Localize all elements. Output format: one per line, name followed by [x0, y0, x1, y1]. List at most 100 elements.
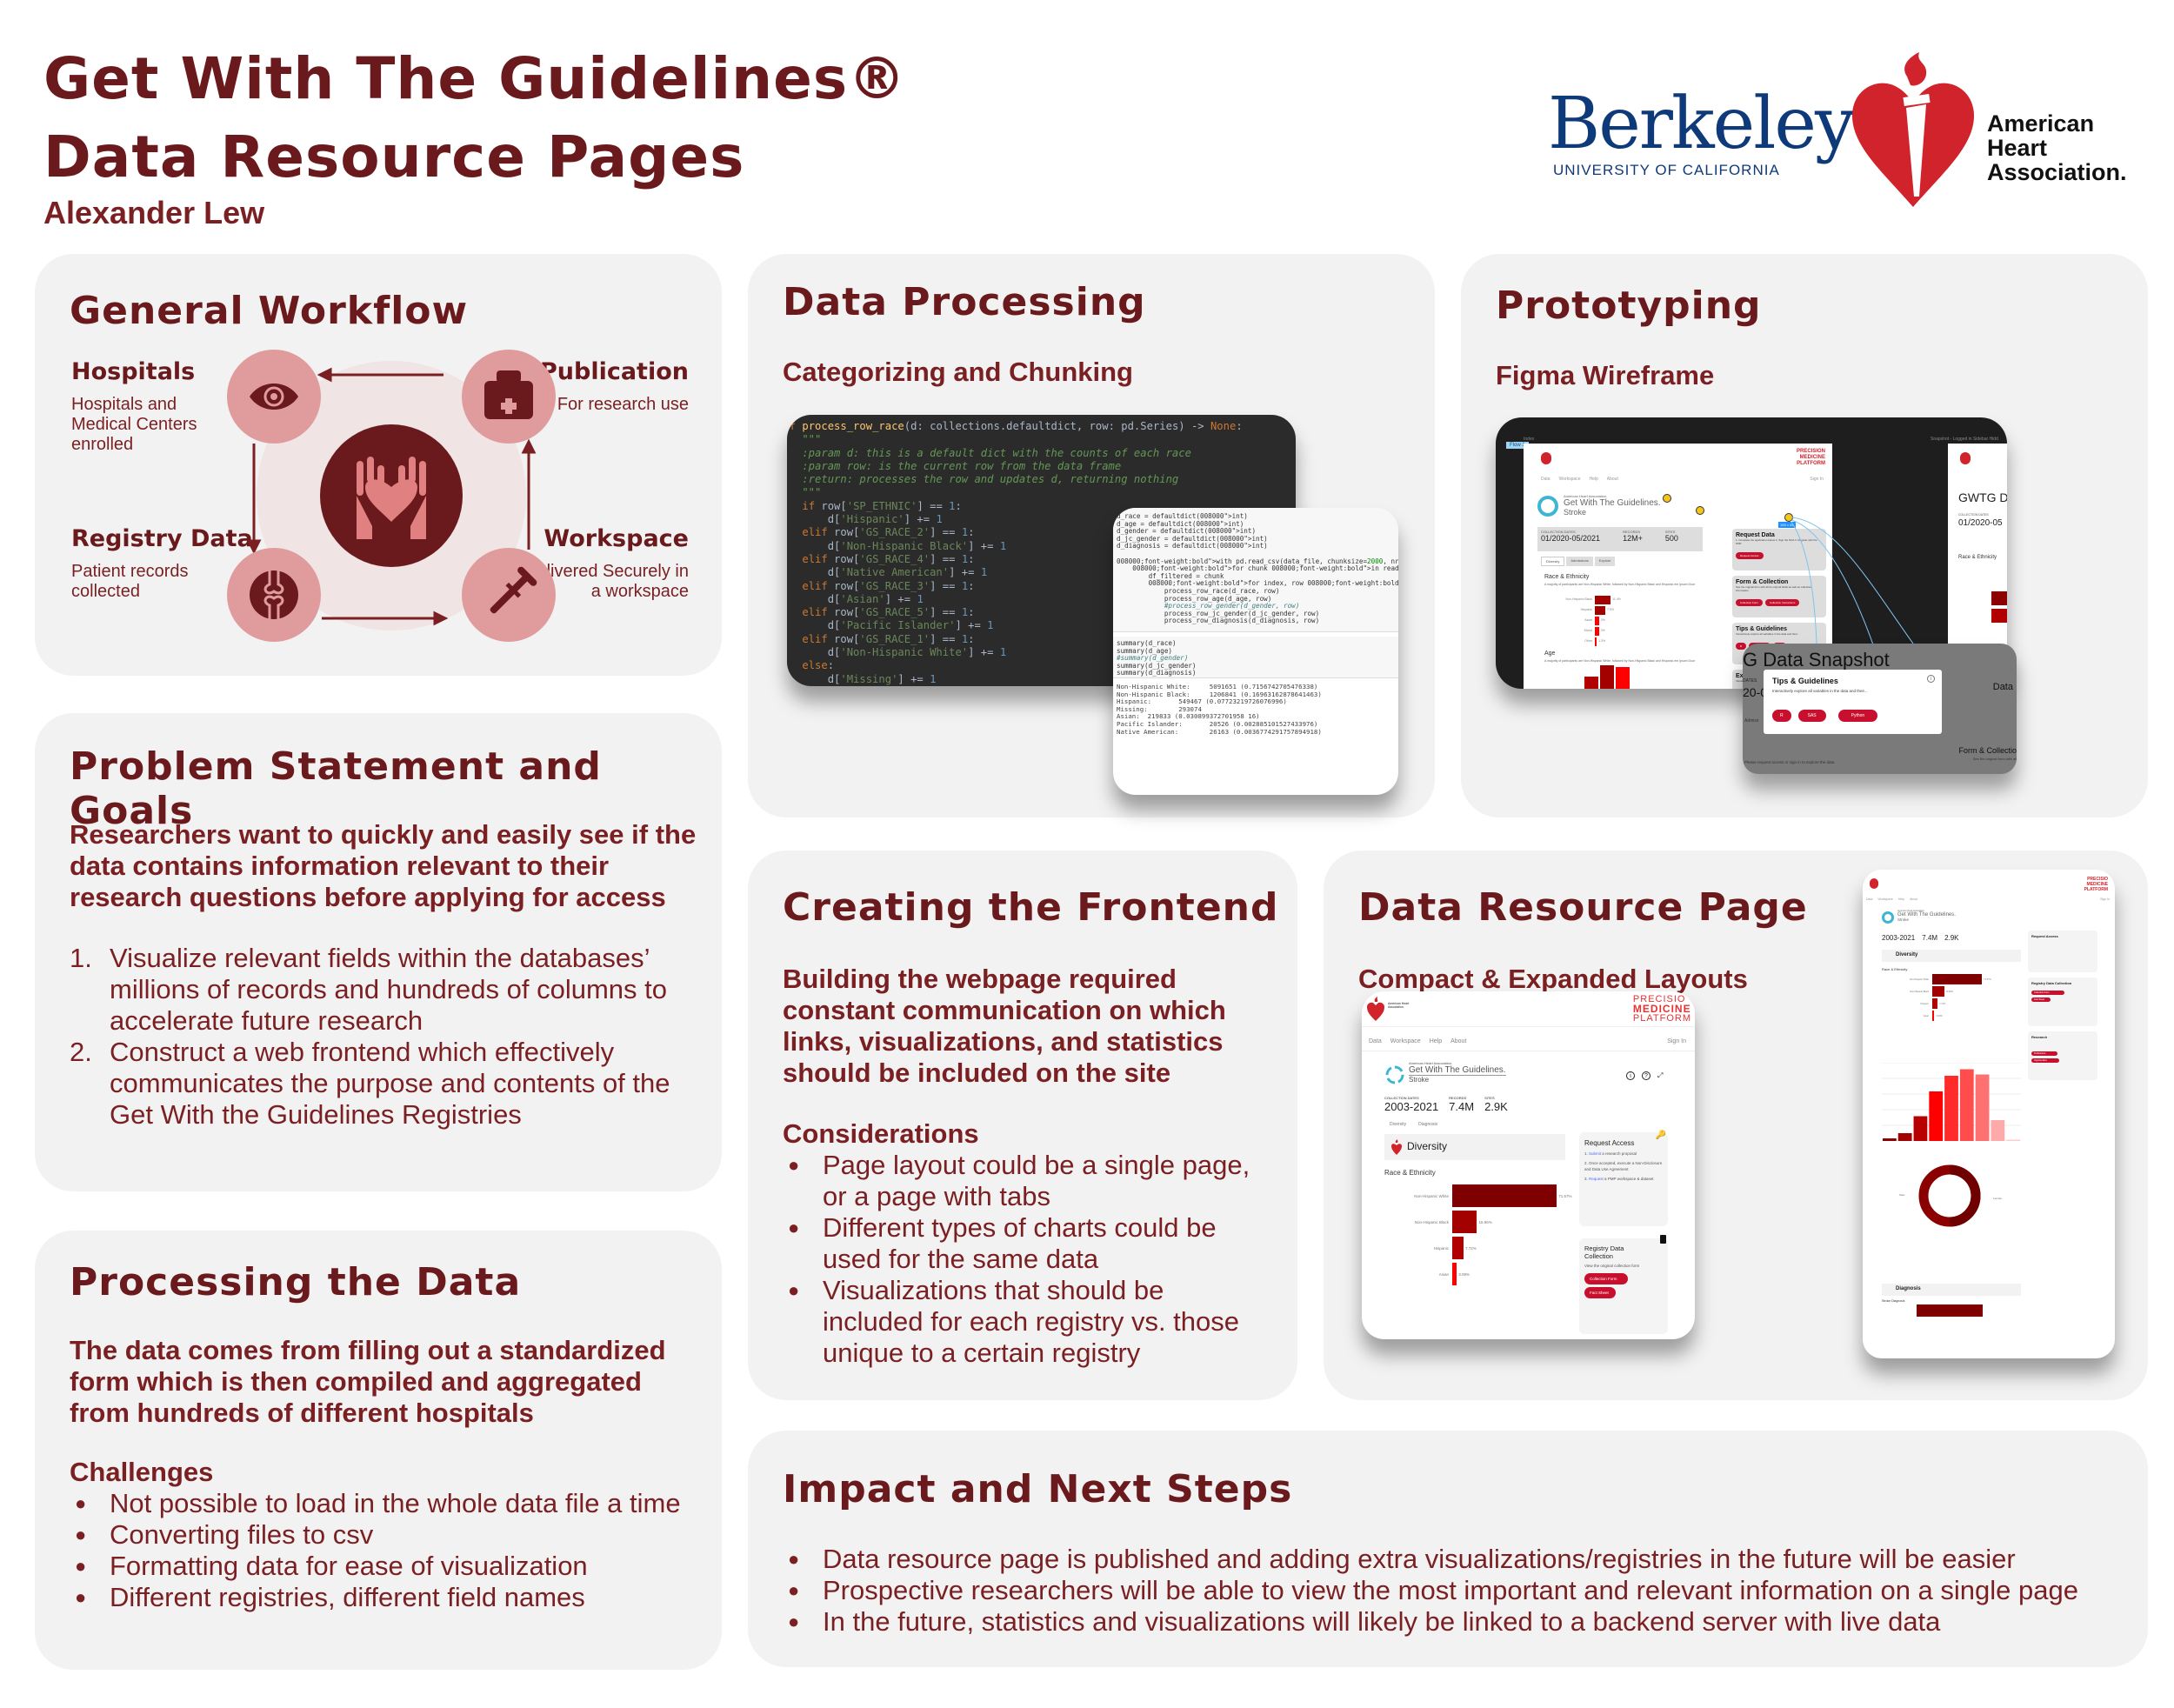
wire-nav-help[interactable]: Help [1589, 477, 1597, 482]
age-bar[interactable] [1944, 1076, 1958, 1141]
race-bar-label: Asian [1438, 1271, 1449, 1277]
wire-race-bar [1595, 606, 1605, 615]
wire-tab-explore[interactable]: Explore [1594, 557, 1616, 566]
exp-opportunities-button[interactable]: Opportunities [2031, 1058, 2059, 1063]
race-bar-value: 71.57% [1558, 1193, 1572, 1198]
exp-nav-workspace[interactable]: Workspace [1877, 897, 1892, 901]
wire-nav-workspace[interactable]: Workspace [1559, 477, 1581, 482]
challenges-list: Not possible to load in the whole data f… [70, 1488, 713, 1613]
aha-wordmark: American Heart Association. [1987, 111, 2127, 184]
exp-section-title: Diversity [1896, 952, 1918, 957]
race-bar-value: 3.09% [1936, 1014, 1943, 1017]
race-bar[interactable] [1452, 1211, 1477, 1233]
help-icon[interactable]: ? [1642, 1071, 1651, 1080]
section-tabs: Diversity Diagnosis [1390, 1122, 1437, 1127]
exp-collection-form-button[interactable]: Collection Form [2031, 991, 2064, 995]
race-chart: Non-Hispanic White 71.57% Non-Hispanic Bla… [1384, 1184, 1593, 1339]
race-bar-row: Non-Hispanic White 71.57% [1908, 974, 2012, 984]
exp-nav-help[interactable]: Help [1898, 897, 1904, 901]
collection-form-button[interactable]: Collection Form [1584, 1273, 1628, 1284]
exp-request-card: Request Access [2028, 931, 2097, 972]
wire-sign-in[interactable]: Sign In [1810, 477, 1824, 482]
exp-fact-sheet-button[interactable]: Fact Sheet [2031, 997, 2051, 1002]
wire2-dates-label: COLLECTION DATES [1958, 513, 1989, 517]
modal-button-python[interactable]: Python [1837, 710, 1878, 722]
wire-tabs: Diversity Admissions Explore [1541, 557, 1616, 566]
race-bar-label: Non-Hispanic White [1414, 1193, 1449, 1198]
exp-research-title: Research [2031, 1035, 2048, 1039]
race-bar[interactable] [1452, 1237, 1464, 1259]
wire-race-row: Non-Hispanic Black 11.4% [1544, 596, 1701, 604]
age-bar[interactable] [1897, 1133, 1912, 1141]
exp-registry-title: Registry Data Collection [2031, 981, 2072, 985]
exp-stat-records: 7.4M [1922, 934, 1938, 942]
modal-button-sas[interactable]: SAS [1797, 710, 1826, 722]
race-bar[interactable] [1932, 986, 1944, 997]
goal-item: Construct a web frontend which effective… [70, 1037, 670, 1130]
tab-diagnosis[interactable]: Diagnosis [1418, 1122, 1437, 1127]
race-bar-row: Non-Hispanic Black 16.96% [1384, 1211, 1593, 1233]
wire-side-card-button[interactable]: Request Access [1736, 552, 1764, 559]
registry-collection-card: Registry Data Collection View the origin… [1579, 1235, 1668, 1334]
wire-nav-data[interactable]: Data [1541, 477, 1550, 482]
race-bar[interactable] [1932, 974, 1983, 984]
age-bar[interactable] [1883, 1138, 1897, 1141]
impact-title: Impact and Next Steps [783, 1467, 1293, 1511]
wire-race-value: 1.3% [1598, 639, 1606, 643]
wire-tab-admissions[interactable]: Admissions [1566, 557, 1593, 566]
race-title: Race & Ethnicity [1384, 1169, 1436, 1177]
poster-title-line2: Data Resource Pages [43, 123, 745, 190]
wire-brand: American Heart Association. Get With The… [1564, 494, 1661, 517]
age-bar[interactable] [1929, 1091, 1944, 1141]
wire-age-bar [1584, 677, 1598, 689]
gwtg-cycle-icon [1385, 1065, 1404, 1084]
wire-tab-diversity[interactable]: Diversity [1541, 557, 1565, 566]
submit-link[interactable]: Submit [1589, 1151, 1601, 1156]
general-workflow-card: General Workflow Hospitals Hospitals and… [35, 254, 722, 676]
nav-about[interactable]: About [1450, 1038, 1466, 1044]
exp-nav-data[interactable]: Data [1866, 897, 1872, 901]
age-bar[interactable] [1991, 1120, 2005, 1141]
info-icon[interactable]: i [1626, 1071, 1635, 1080]
race-bar-row: Hispanic 7.72% [1384, 1237, 1593, 1259]
nav-sign-in[interactable]: Sign In [1667, 1038, 1686, 1044]
fact-sheet-button[interactable]: Fact Sheet [1584, 1287, 1616, 1298]
berkeley-logo: Berkeley UNIVERSITY OF CALIFORNIA [1548, 87, 1855, 191]
aha-mini-logo-icon [1870, 878, 1878, 889]
figma-frame-label: Index [1524, 437, 1535, 442]
impact-item: Prospective researchers will be able to … [783, 1575, 2139, 1606]
age-bar[interactable] [1913, 1116, 1928, 1142]
wire-age-title: Age [1544, 651, 1556, 657]
race-bar[interactable] [1932, 1011, 1935, 1021]
wire-nav-about[interactable]: About [1607, 477, 1618, 482]
wire-comment-pin [1696, 506, 1704, 515]
request-access-card: Request Access 1. Submit a research prop… [1579, 1131, 1668, 1226]
age-bar[interactable] [2006, 1139, 2020, 1142]
stat-collection-dates: COLLECTION DATES 2003-2021 [1384, 1096, 1438, 1113]
age-bar[interactable] [1975, 1074, 1990, 1142]
wire-precision-2: MEDICINE [1799, 455, 1825, 460]
wire-race-value: 3% [1600, 618, 1605, 622]
request-link[interactable]: Request [1589, 1177, 1604, 1181]
modal-button-r[interactable]: R [1772, 710, 1791, 722]
wire-nav: Data Workspace Help About [1541, 477, 1618, 482]
nav-workspace[interactable]: Workspace [1390, 1038, 1421, 1044]
exp-diagnosis-sub: Stroke Diagnosis [1882, 1299, 1905, 1303]
race-bar[interactable] [1452, 1184, 1557, 1207]
exp-publications-button[interactable]: Publications [2031, 1051, 2057, 1056]
info-icon[interactable]: i [1927, 675, 1935, 683]
race-bar[interactable] [1452, 1263, 1457, 1285]
expand-icon[interactable]: ⤢ [1657, 1071, 1663, 1080]
exp-gender-donut [1918, 1164, 1981, 1227]
nav-help[interactable]: Help [1430, 1038, 1442, 1044]
code-block-summary: summary(d_race) summary(d_age) #summary(… [1117, 639, 1197, 677]
wire-race-label: Other [1584, 639, 1592, 643]
exp-sign-in[interactable]: Sign In [2100, 897, 2110, 901]
exp-nav-about[interactable]: About [1910, 897, 1917, 901]
wire-side-card-button[interactable]: Collection Form [1736, 599, 1764, 606]
data-processing-title: Data Processing [783, 280, 1146, 324]
nav-data[interactable]: Data [1369, 1038, 1382, 1044]
age-bar[interactable] [1959, 1069, 1974, 1142]
race-bar[interactable] [1932, 998, 1938, 1009]
tab-diversity[interactable]: Diversity [1390, 1122, 1406, 1127]
